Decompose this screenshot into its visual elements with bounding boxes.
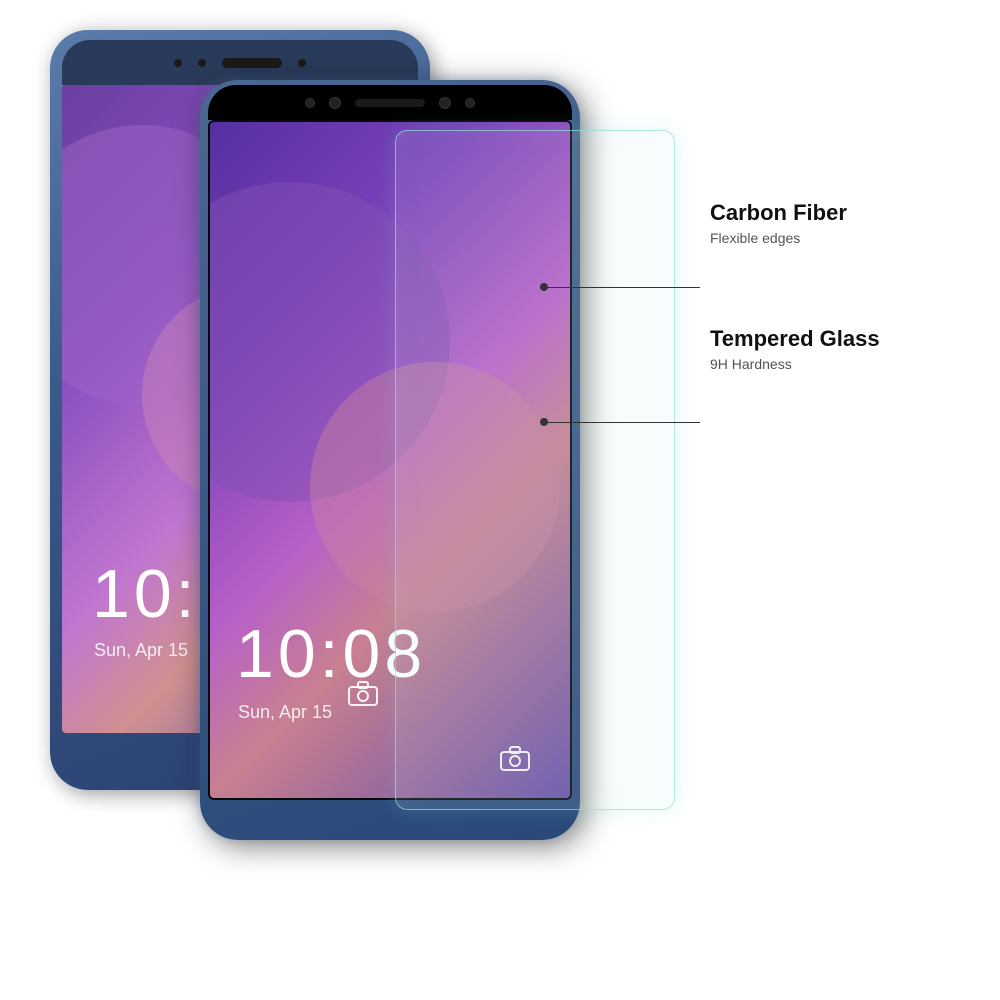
connector-dot-carbon <box>540 283 548 291</box>
tempered-glass-subtitle: 9H Hardness <box>710 356 970 372</box>
back-phone-date: Sun, Apr 15 <box>94 640 188 661</box>
glass-protector <box>395 130 675 810</box>
phone-back-top-bar <box>62 40 418 85</box>
connector-line-carbon <box>545 287 700 288</box>
front-cam-main <box>329 97 341 109</box>
sensor-dot2 <box>298 59 306 67</box>
labels-container: Carbon Fiber Flexible edges Tempered Gla… <box>710 200 970 452</box>
carbon-fiber-subtitle: Flexible edges <box>710 230 970 246</box>
carbon-fiber-label: Carbon Fiber Flexible edges <box>710 200 970 246</box>
front-cam-dot <box>305 98 315 108</box>
carbon-fiber-title: Carbon Fiber <box>710 200 970 226</box>
sensor-dot <box>198 59 206 67</box>
front-camera-dot <box>174 59 182 67</box>
product-scene: 10:08 Sun, Apr 15 10:08 Sun, Apr 15 <box>0 0 1000 1000</box>
phone-top-bar <box>208 85 572 120</box>
tempered-glass-title: Tempered Glass <box>710 326 970 352</box>
connector-line-glass <box>545 422 700 423</box>
speaker-grille <box>222 58 282 68</box>
connector-dot-glass <box>540 418 548 426</box>
front-phone-date: Sun, Apr 15 <box>238 702 332 723</box>
camera-icon <box>348 680 378 711</box>
earpiece-speaker <box>355 99 425 107</box>
tempered-glass-label: Tempered Glass 9H Hardness <box>710 326 970 372</box>
front-sensor <box>439 97 451 109</box>
front-sensor2 <box>465 98 475 108</box>
